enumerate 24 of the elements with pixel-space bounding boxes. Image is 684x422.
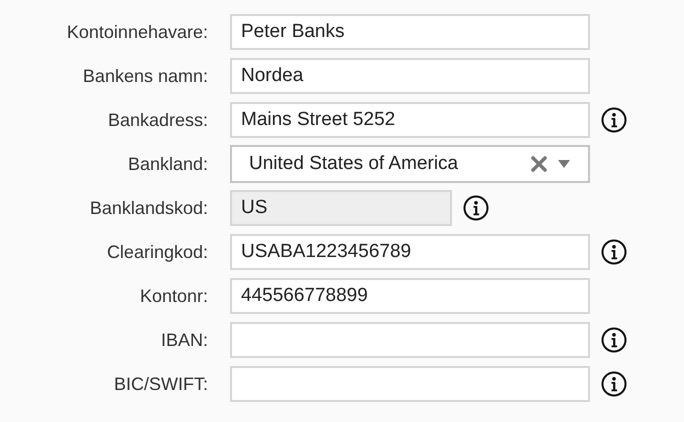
field-label: Bankadress: xyxy=(106,108,208,132)
info-icon[interactable] xyxy=(601,371,627,397)
input-field[interactable]: USABA1223456789 xyxy=(230,234,590,270)
info-icon[interactable] xyxy=(601,327,627,353)
info-icon[interactable] xyxy=(601,107,627,133)
input-field[interactable]: 445566778899 xyxy=(230,278,590,314)
input-field[interactable] xyxy=(230,322,590,358)
info-icon[interactable] xyxy=(601,239,627,265)
dropdown-caret-icon[interactable] xyxy=(558,159,570,169)
field-label: Clearingkod: xyxy=(106,240,208,264)
clear-icon[interactable] xyxy=(530,155,548,173)
input-field[interactable]: Mains Street 5252 xyxy=(230,102,590,138)
info-icon[interactable] xyxy=(463,195,489,221)
field-label: Bankland: xyxy=(126,152,208,176)
field-label: Banklandskod: xyxy=(88,196,208,220)
input-field[interactable]: Nordea xyxy=(230,58,590,94)
field-label: Bankens namn: xyxy=(82,64,208,88)
country-select[interactable]: United States of America xyxy=(230,145,590,183)
field-label: BIC/SWIFT: xyxy=(113,372,208,396)
field-label: IBAN: xyxy=(160,328,208,352)
field-label: Kontoinnehavare: xyxy=(66,20,208,44)
field-label: Kontonr: xyxy=(138,284,208,308)
input-field[interactable]: Peter Banks xyxy=(230,14,590,50)
input-field[interactable] xyxy=(230,366,590,402)
